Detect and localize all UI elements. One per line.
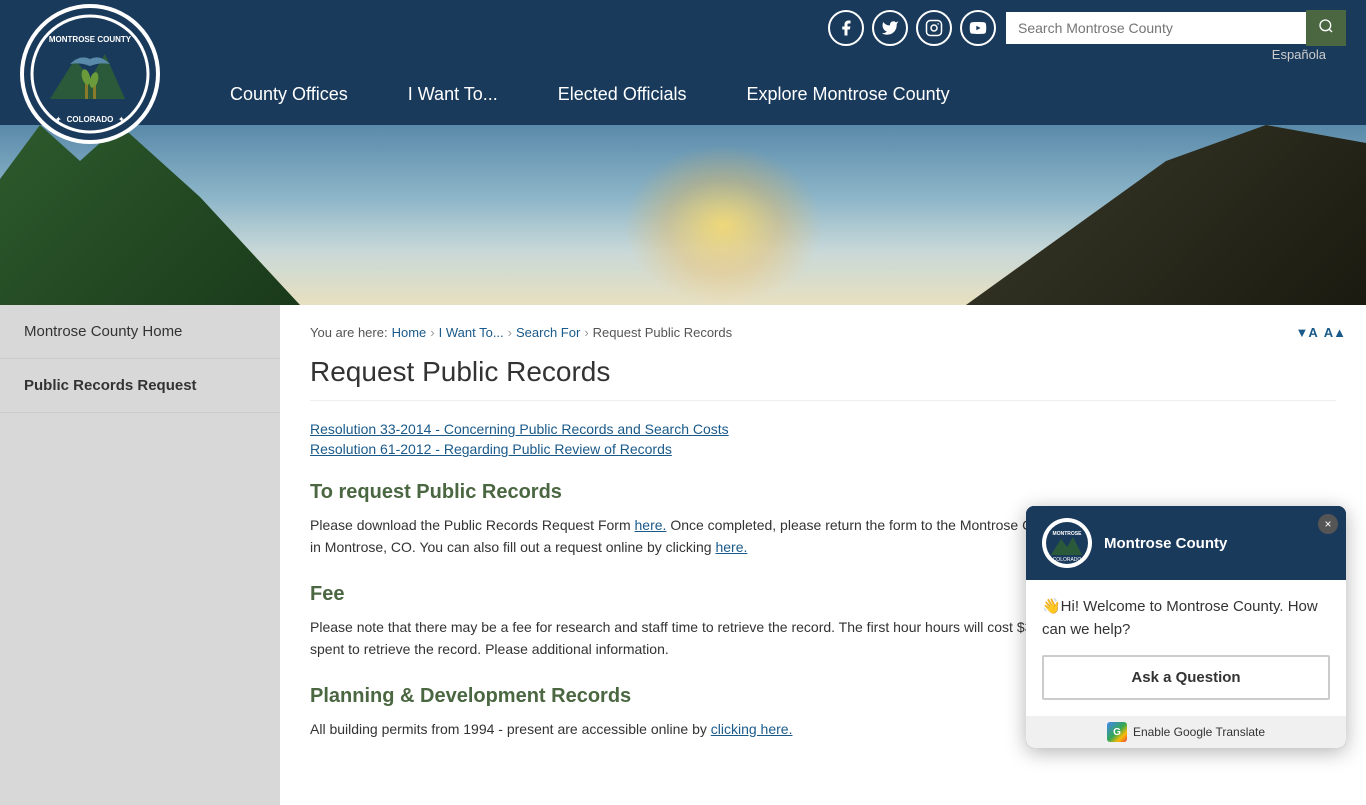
nav-item-explore[interactable]: Explore Montrose County [717, 64, 980, 125]
google-translate-label: Enable Google Translate [1133, 725, 1265, 739]
social-icons [828, 10, 996, 46]
facebook-icon[interactable] [828, 10, 864, 46]
breadcrumb-prefix: You are here: [310, 325, 388, 340]
chat-greeting: 👋Hi! Welcome to Montrose County. How can… [1042, 596, 1330, 641]
hero-image [0, 125, 1366, 305]
logo[interactable]: MONTROSE COUNTY COLORADO ✦ ✦ [20, 4, 160, 144]
nav-item-i-want-to[interactable]: I Want To... [378, 64, 528, 125]
chat-org-name: Montrose County [1104, 535, 1330, 552]
hero-trees-right [966, 125, 1366, 305]
hero-glow [623, 145, 823, 305]
chat-logo: MONTROSE COLORADO [1042, 518, 1092, 568]
breadcrumb: You are here: Home › I Want To... › Sear… [310, 325, 1336, 340]
breadcrumb-current: Request Public Records [593, 325, 732, 340]
header: Española MONTROSE COUNTY COLORADO [0, 0, 1366, 125]
chat-header: MONTROSE COLORADO Montrose County × [1026, 506, 1346, 580]
youtube-icon[interactable] [960, 10, 996, 46]
search-button[interactable] [1306, 10, 1346, 46]
sidebar-item-public-records[interactable]: Public Records Request [0, 359, 280, 413]
google-translate-button[interactable]: G Enable Google Translate [1026, 716, 1346, 748]
sidebar: Montrose County Home Public Records Requ… [0, 305, 280, 805]
twitter-icon[interactable] [872, 10, 908, 46]
hero-trees-left [0, 125, 300, 305]
breadcrumb-sep-2: › [508, 325, 512, 340]
svg-text:MONTROSE COUNTY: MONTROSE COUNTY [49, 35, 132, 44]
chat-title-area: Montrose County [1104, 535, 1330, 552]
ask-question-button[interactable]: Ask a Question [1042, 655, 1330, 700]
header-bottom: MONTROSE COUNTY COLORADO ✦ ✦ [0, 64, 1366, 125]
google-translate-icon: G [1107, 722, 1127, 742]
resolution-33-link[interactable]: Resolution 33-2014 - Concerning Public R… [310, 421, 1336, 437]
svg-text:MONTROSE: MONTROSE [1053, 531, 1083, 537]
logo-area: MONTROSE COUNTY COLORADO ✦ ✦ [20, 4, 160, 144]
here-link-2[interactable]: here. [715, 539, 747, 555]
chat-body: 👋Hi! Welcome to Montrose County. How can… [1026, 580, 1346, 716]
chat-close-button[interactable]: × [1318, 514, 1338, 534]
breadcrumb-home[interactable]: Home [392, 325, 427, 340]
breadcrumb-i-want-to[interactable]: I Want To... [439, 325, 504, 340]
section-heading-request: To request Public Records [310, 481, 1336, 504]
clicking-here-link[interactable]: clicking here. [711, 721, 793, 737]
here-link-1[interactable]: here. [635, 517, 667, 533]
svg-text:✦: ✦ [118, 115, 125, 124]
header-top [0, 0, 1366, 46]
font-decrease-button[interactable]: ▼A [1295, 325, 1317, 340]
breadcrumb-search-for[interactable]: Search For [516, 325, 580, 340]
nav-item-elected-officials[interactable]: Elected Officials [528, 64, 717, 125]
nav-menu: County Offices I Want To... Elected Offi… [200, 64, 1346, 125]
sidebar-item-home[interactable]: Montrose County Home [0, 305, 280, 359]
font-controls: ▼A A▲ [1295, 325, 1346, 340]
svg-text:✦: ✦ [55, 115, 62, 124]
breadcrumb-sep-1: › [430, 325, 434, 340]
breadcrumb-sep-3: › [584, 325, 588, 340]
instagram-icon[interactable] [916, 10, 952, 46]
nav-item-county-offices[interactable]: County Offices [200, 64, 378, 125]
search-bar[interactable] [1006, 10, 1346, 46]
font-increase-button[interactable]: A▲ [1324, 325, 1346, 340]
chat-widget: MONTROSE COLORADO Montrose County × 👋Hi!… [1026, 506, 1346, 748]
search-input[interactable] [1006, 12, 1306, 44]
resolution-61-link[interactable]: Resolution 61-2012 - Regarding Public Re… [310, 441, 1336, 457]
svg-text:COLORADO: COLORADO [67, 115, 114, 124]
svg-text:COLORADO: COLORADO [1053, 557, 1082, 563]
page-title: Request Public Records [310, 356, 1336, 401]
